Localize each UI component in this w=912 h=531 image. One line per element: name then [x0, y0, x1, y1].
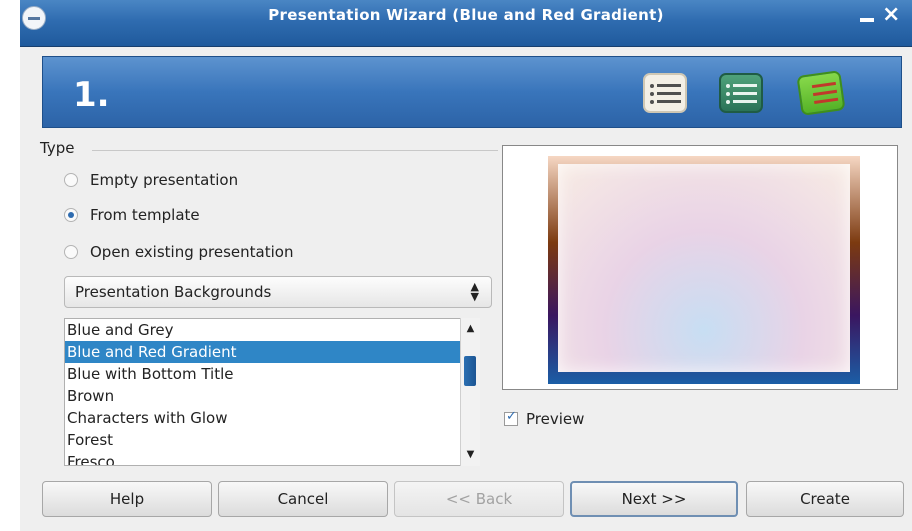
list-icon [643, 73, 687, 113]
preview-checkbox[interactable] [504, 409, 518, 426]
list-item[interactable]: Fresco [65, 451, 479, 465]
scroll-up-icon[interactable]: ▲ [461, 320, 480, 338]
list-item[interactable]: Characters with Glow [65, 407, 479, 429]
wizard-header: 1. [42, 56, 902, 128]
close-icon[interactable]: × [882, 4, 900, 26]
radio-label: Open existing presentation [90, 243, 294, 261]
scrollbar-thumb[interactable] [464, 356, 476, 386]
create-button[interactable]: Create [746, 481, 904, 517]
scroll-down-icon[interactable]: ▼ [461, 446, 480, 464]
window-title: Presentation Wizard (Blue and Red Gradie… [268, 6, 664, 24]
radio-open-existing[interactable]: Open existing presentation [64, 240, 293, 264]
updown-arrows-icon: ▲ ▼ [470, 280, 479, 303]
preview-label: Preview [526, 410, 585, 428]
minimize-icon[interactable] [860, 18, 874, 22]
category-combobox[interactable]: Presentation Backgrounds ▲ ▼ [64, 276, 492, 308]
help-button[interactable]: Help [42, 481, 212, 517]
radio-label: Empty presentation [90, 171, 239, 189]
list-item[interactable]: Blue and Red Gradient [65, 341, 479, 363]
preview-checkbox-row[interactable]: Preview [504, 409, 585, 428]
radio-button[interactable] [64, 208, 78, 222]
list-scrollbar[interactable]: ▲ ▼ [460, 318, 480, 466]
slide-preview-image [548, 156, 860, 384]
notes-icon [796, 70, 846, 116]
list-item[interactable]: Forest [65, 429, 479, 451]
list-item[interactable]: Blue with Bottom Title [65, 363, 479, 385]
step-number: 1. [73, 75, 110, 115]
back-button[interactable]: << Back [394, 481, 564, 517]
combobox-value: Presentation Backgrounds [75, 283, 272, 301]
radio-from-template[interactable]: From template [64, 203, 200, 227]
type-separator [92, 150, 498, 151]
preview-panel [502, 145, 898, 390]
radio-label: From template [90, 206, 200, 224]
list-item[interactable]: Blue and Grey [65, 319, 479, 341]
title-bar[interactable]: Presentation Wizard (Blue and Red Gradie… [20, 0, 912, 47]
template-list[interactable]: Blue and Grey Blue and Red Gradient Blue… [64, 318, 480, 466]
list-item[interactable]: Brown [65, 385, 479, 407]
next-button[interactable]: Next >> [570, 481, 738, 517]
radio-button[interactable] [64, 173, 78, 187]
wizard-window: Presentation Wizard (Blue and Red Gradie… [20, 0, 912, 531]
cancel-button[interactable]: Cancel [218, 481, 388, 517]
outline-icon [719, 73, 763, 113]
radio-button[interactable] [64, 245, 78, 259]
radio-empty-presentation[interactable]: Empty presentation [64, 168, 238, 192]
type-group-label: Type [40, 139, 75, 157]
